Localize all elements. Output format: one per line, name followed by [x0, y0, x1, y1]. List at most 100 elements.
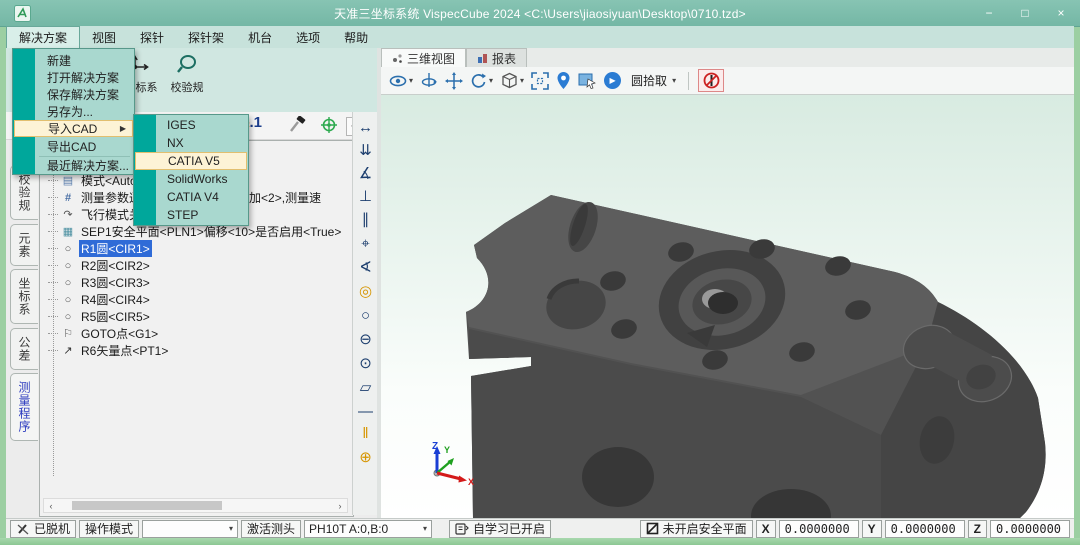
view-cube-button[interactable]: ▾: [500, 72, 524, 90]
flatness-icon[interactable]: ▱: [353, 380, 378, 396]
perpendicularity-icon[interactable]: ⊥: [353, 189, 378, 205]
menu-item-save-solution[interactable]: 保存解决方案: [14, 86, 133, 103]
minimize-button[interactable]: −: [978, 6, 1000, 20]
tree-item-vector-point[interactable]: ↗R6矢量点<PT1>: [40, 342, 354, 359]
eye-icon: [389, 72, 408, 90]
title-bar: 天准三坐标系统 VispecCube 2024 <C:\Users\jiaosi…: [0, 0, 1080, 27]
menu-view[interactable]: 视图: [80, 26, 128, 48]
scroll-right-arrow[interactable]: ›: [333, 501, 347, 511]
runout-icon[interactable]: ⊙: [353, 356, 378, 372]
submenu-item-solidworks[interactable]: SolidWorks: [135, 170, 247, 188]
orbit-button[interactable]: ▾: [470, 72, 493, 90]
tab-measure-program[interactable]: 测量程序: [10, 373, 38, 441]
tree-item-circle-r2[interactable]: ○R2圆<CIR2>: [40, 257, 354, 274]
submenu-item-nx[interactable]: NX: [135, 134, 247, 152]
solution-menu: 新建 打开解决方案 保存解决方案 另存为... 导入CAD▶ 导出CAD 最近解…: [12, 48, 135, 175]
tab-coordinate-system[interactable]: 坐标系: [10, 269, 38, 324]
status-bar: 已脱机 操作模式 ▾ 激活测头 PH10T A:0,B:0▾ 自学习已开启 未开…: [6, 518, 1074, 538]
straightness-icon[interactable]: —: [353, 404, 378, 420]
circle-pick-dropdown[interactable]: 圆拾取 ▾: [628, 71, 679, 90]
maximize-button[interactable]: □: [1014, 6, 1036, 20]
symmetry-icon[interactable]: ‖: [353, 426, 378, 442]
tree-item-circle-r3[interactable]: ○R3圆<CIR3>: [40, 274, 354, 291]
cad-part-model: [381, 95, 1074, 518]
rotate-view-button[interactable]: [420, 72, 438, 90]
rotate-icon: [420, 72, 438, 90]
chevron-down-icon: ▾: [672, 76, 676, 85]
close-button[interactable]: ×: [1050, 6, 1072, 20]
axis-x-label: X: [468, 477, 474, 487]
menu-help[interactable]: 帮助: [332, 26, 380, 48]
pan-view-button[interactable]: [445, 72, 463, 90]
parallelism-icon[interactable]: ∥: [353, 212, 378, 228]
submenu-item-catia-v5[interactable]: CATIA V5: [135, 152, 247, 170]
build-button[interactable]: [288, 116, 306, 139]
cube-icon: [500, 72, 519, 90]
scroll-left-arrow[interactable]: ‹: [44, 501, 58, 511]
scrollbar-thumb[interactable]: [72, 501, 222, 510]
menu-item-new[interactable]: 新建: [14, 52, 133, 69]
tab-report[interactable]: 报表: [466, 48, 527, 67]
viewport-3d[interactable]: Z Y X: [381, 95, 1074, 518]
menu-solution[interactable]: 解决方案: [6, 26, 80, 48]
mode-icon: ▤: [60, 174, 76, 187]
run-button[interactable]: ▶: [604, 72, 621, 89]
circularity-icon[interactable]: ○: [353, 308, 378, 324]
tree-horizontal-scrollbar[interactable]: ‹ ›: [43, 498, 348, 513]
scrollbar-track[interactable]: [58, 500, 333, 511]
menu-probe[interactable]: 探针: [128, 26, 176, 48]
window-select-button[interactable]: [578, 72, 597, 89]
tab-elements[interactable]: 元素: [10, 224, 38, 266]
vector-point-icon: ↗: [60, 344, 76, 357]
safety-plane-status: 未开启安全平面: [640, 520, 753, 538]
visibility-button[interactable]: ▾: [389, 72, 413, 90]
submenu-item-catia-v4[interactable]: CATIA V4: [135, 188, 247, 206]
view-toolbar: ▾ ▾: [381, 67, 1074, 95]
angle-between-icon[interactable]: ⇊: [353, 143, 378, 159]
disable-probe-button[interactable]: [698, 69, 724, 92]
menu-options[interactable]: 选项: [284, 26, 332, 48]
gdt-toolbar: ↔ ⇊ ∡ ⊥ ∥ ⌖ ∢ ◎ ○ ⊖ ⊙ ▱ — ‖ ⊕: [352, 112, 378, 515]
play-icon: ▶: [604, 72, 621, 89]
tree-item-circle-r4[interactable]: ○R4圆<CIR4>: [40, 291, 354, 308]
fit-icon: [531, 72, 549, 90]
symmetry-circle-icon[interactable]: ⊖: [353, 332, 378, 348]
gauge-check-button[interactable]: 校验规: [164, 54, 210, 106]
submenu-item-step[interactable]: STEP: [135, 206, 247, 224]
tree-item-circle-r5[interactable]: ○R5圆<CIR5>: [40, 308, 354, 325]
params-icon: #: [60, 192, 76, 204]
z-coordinate-value: 0.0000000: [990, 520, 1070, 538]
angle-icon[interactable]: ∡: [353, 166, 378, 182]
menu-item-export-cad[interactable]: 导出CAD: [14, 138, 133, 155]
fit-view-button[interactable]: [531, 72, 549, 90]
menu-item-save-as[interactable]: 另存为...: [14, 103, 133, 120]
tree-item-goto[interactable]: ⚐GOTO点<G1>: [40, 325, 354, 342]
concentricity-icon[interactable]: ◎: [353, 284, 378, 300]
self-learn-icon: [455, 523, 469, 535]
angularity-icon[interactable]: ∢: [353, 260, 378, 276]
menu-item-open-solution[interactable]: 打开解决方案: [14, 69, 133, 86]
probe-target-button[interactable]: [320, 116, 338, 139]
prohibit-icon: [703, 72, 720, 89]
position-icon[interactable]: ⊕: [353, 450, 378, 466]
locate-button[interactable]: [556, 71, 571, 90]
self-learn-button[interactable]: 自学习已开启: [449, 520, 551, 538]
operation-mode-select[interactable]: ▾: [142, 520, 238, 538]
menu-machine[interactable]: 机台: [236, 26, 284, 48]
active-probe-select[interactable]: PH10T A:0,B:0▾: [304, 520, 432, 538]
menu-bar: 解决方案 视图 探针 探针架 机台 选项 帮助: [6, 26, 1074, 48]
menu-probe-rack[interactable]: 探针架: [176, 26, 236, 48]
operation-mode-label: 操作模式: [79, 520, 139, 538]
tab-tolerance[interactable]: 公差: [10, 328, 38, 370]
menu-item-recent-solutions[interactable]: 最近解决方案...: [14, 157, 133, 174]
tab-3d-view[interactable]: 三维视图: [381, 48, 466, 67]
toolbar-separator: [688, 72, 689, 90]
submenu-item-iges[interactable]: IGES: [135, 116, 247, 134]
position-target-icon[interactable]: ⌖: [353, 236, 378, 252]
view-tab-bar: 三维视图 报表: [381, 48, 1074, 68]
tree-item-circle-r1[interactable]: ○R1圆<CIR1>: [40, 240, 354, 257]
tolerance-value: .1: [250, 114, 263, 131]
menu-item-import-cad[interactable]: 导入CAD▶: [14, 120, 133, 137]
distance-icon[interactable]: ↔: [353, 120, 378, 136]
location-pin-icon: [556, 71, 571, 90]
